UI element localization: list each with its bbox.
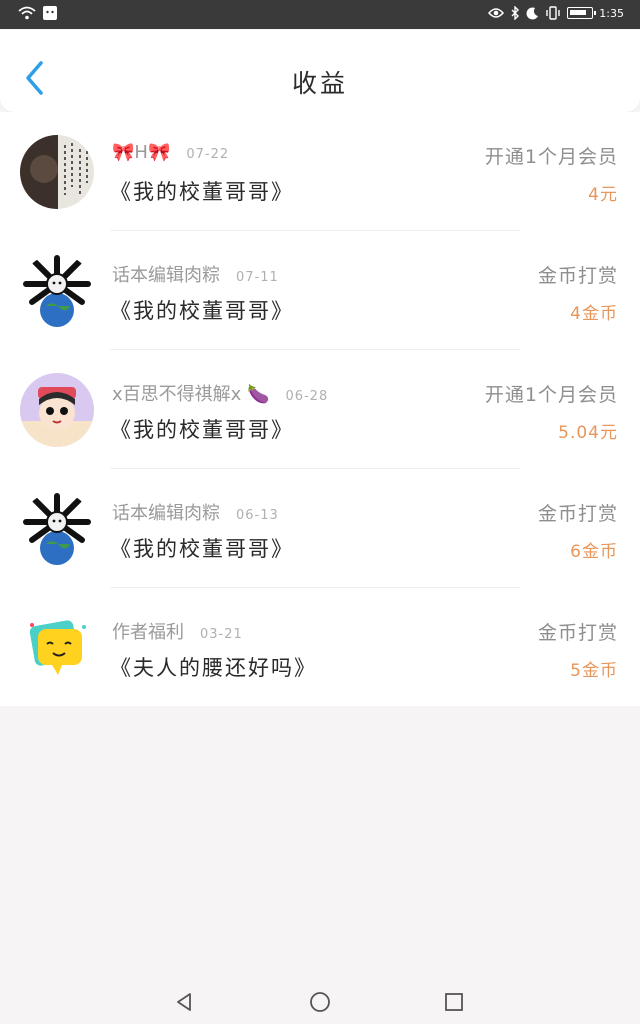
wifi-icon bbox=[18, 6, 36, 20]
list-item[interactable]: x百思不得祺解x 🍆 06-28 《我的校董哥哥》 开通1个月会员 5.04元 bbox=[0, 350, 640, 469]
income-amount: 4金币 bbox=[570, 304, 618, 324]
book-title: 《我的校董哥哥》 bbox=[110, 537, 294, 561]
sender-name: 作者福利 bbox=[112, 622, 184, 643]
nav-home-icon[interactable] bbox=[308, 990, 332, 1014]
date: 03-21 bbox=[200, 627, 243, 642]
sender-name: 话本编辑肉粽 bbox=[112, 265, 220, 286]
income-amount: 4元 bbox=[588, 185, 618, 205]
income-list: 🎀H🎀 07-22 《我的校董哥哥》 开通1个月会员 4元 话本编辑肉粽 07-… bbox=[0, 112, 640, 706]
income-amount: 5金币 bbox=[570, 661, 618, 681]
avatar bbox=[20, 135, 94, 209]
status-time: 1:35 bbox=[599, 6, 624, 20]
sender-name: 话本编辑肉粽 bbox=[112, 503, 220, 524]
list-item[interactable]: 🎀H🎀 07-22 《我的校董哥哥》 开通1个月会员 4元 bbox=[0, 112, 640, 231]
income-type: 金币打赏 bbox=[537, 265, 618, 287]
date: 06-13 bbox=[236, 508, 279, 523]
date: 06-28 bbox=[285, 389, 329, 404]
nav-back-icon[interactable] bbox=[172, 990, 196, 1014]
date: 07-22 bbox=[186, 147, 230, 162]
bluetooth-icon bbox=[511, 6, 520, 20]
date: 07-11 bbox=[236, 270, 279, 285]
eye-icon bbox=[488, 8, 505, 18]
avatar bbox=[20, 254, 94, 328]
sender-name: x百思不得祺解x 🍆 bbox=[112, 384, 270, 405]
avatar bbox=[20, 611, 94, 685]
list-item[interactable]: 话本编辑肉粽 07-11 《我的校董哥哥》 金币打赏 4金币 bbox=[0, 231, 640, 350]
income-type: 开通1个月会员 bbox=[484, 146, 618, 168]
notification-app-icon bbox=[43, 6, 57, 20]
avatar bbox=[20, 373, 94, 447]
book-title: 《我的校董哥哥》 bbox=[110, 180, 294, 204]
book-title: 《夫人的腰还好吗》 bbox=[110, 656, 317, 680]
nav-recents-icon[interactable] bbox=[442, 990, 466, 1014]
list-item[interactable]: 话本编辑肉粽 06-13 《我的校董哥哥》 金币打赏 6金币 bbox=[0, 469, 640, 588]
list-item[interactable]: 作者福利 03-21 《夫人的腰还好吗》 金币打赏 5金币 bbox=[0, 588, 640, 707]
book-title: 《我的校董哥哥》 bbox=[110, 299, 294, 323]
book-title: 《我的校董哥哥》 bbox=[110, 418, 294, 442]
header: 收益 bbox=[0, 30, 640, 112]
moon-icon bbox=[526, 6, 539, 19]
page-title: 收益 bbox=[291, 69, 348, 98]
vibrate-icon bbox=[546, 6, 560, 20]
income-type: 金币打赏 bbox=[537, 503, 618, 525]
battery-icon bbox=[567, 7, 597, 19]
avatar bbox=[20, 492, 94, 566]
income-amount: 6金币 bbox=[570, 542, 618, 562]
income-type: 金币打赏 bbox=[537, 622, 618, 644]
income-type: 开通1个月会员 bbox=[484, 384, 618, 406]
sender-name: 🎀H🎀 bbox=[112, 142, 171, 163]
income-amount: 5.04元 bbox=[558, 423, 618, 443]
status-bar: 1:35 bbox=[0, 0, 640, 29]
system-nav-bar bbox=[0, 980, 640, 1024]
